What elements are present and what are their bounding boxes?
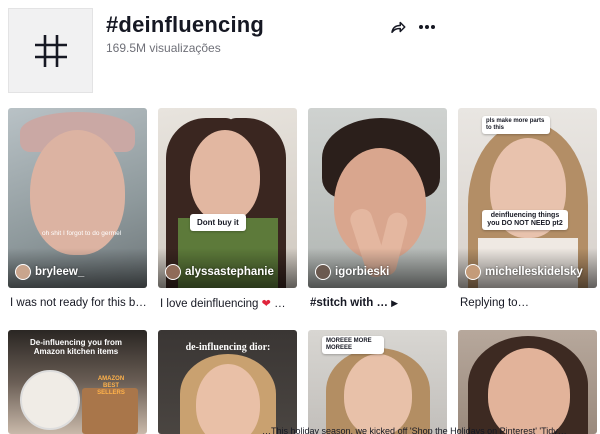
reply-bubble: MOREEE MORE MOREEE xyxy=(322,336,384,354)
video-card[interactable]: MOREEE MORE MOREEE xyxy=(308,330,447,434)
avatar xyxy=(315,264,331,280)
hashtag-title: #deinfluencing xyxy=(106,12,265,37)
hashtag-header: #deinfluencing 169.5M visualizações xyxy=(8,8,592,96)
video-card[interactable]: De-influencing you from Amazon kitchen i… xyxy=(8,330,147,434)
hashtag-icon xyxy=(34,34,67,67)
video-thumbnail xyxy=(458,330,597,434)
video-card[interactable]: Dont buy it alyssastephanie xyxy=(158,108,297,288)
video-card[interactable]: oh shit I forgot to do germel bryleew_ xyxy=(8,108,147,288)
video-author[interactable]: alyssastephanie xyxy=(165,264,274,280)
video-overlay-text: de-influencing dior: xyxy=(185,342,271,353)
video-overlay-text: oh shit I forgot to do germel xyxy=(42,230,122,237)
video-caption[interactable]: I was not ready for this b… xyxy=(10,297,147,309)
video-caption[interactable]: I love deinfluencing ❤ … xyxy=(160,297,286,310)
share-arrow-icon xyxy=(391,21,406,33)
hashtag-avatar xyxy=(8,8,93,93)
video-card[interactable]: de-influencing dior: xyxy=(158,330,297,434)
video-overlay-sub: AMAZON BEST SELLERS xyxy=(97,376,125,396)
hashtag-views: 169.5M visualizações xyxy=(106,41,221,55)
video-overlay-text: deinfluencing things you DO NOT NEED pt2 xyxy=(482,210,568,231)
heart-icon: ❤ xyxy=(261,298,271,310)
news-ticker: …This holiday season, we kicked off 'Sho… xyxy=(262,426,567,434)
avatar xyxy=(15,264,31,280)
avatar xyxy=(465,264,481,280)
video-overlay-text: Dont buy it xyxy=(190,214,246,232)
video-overlay-text: De-influencing you from Amazon kitchen i… xyxy=(30,338,122,357)
video-caption[interactable]: #stitch with … ▶ xyxy=(310,297,398,309)
video-author[interactable]: bryleew_ xyxy=(15,264,84,280)
video-caption[interactable]: Replying to… xyxy=(460,297,529,309)
video-author[interactable]: michelleskidelsky xyxy=(465,264,583,280)
play-icon: ▶ xyxy=(391,298,399,308)
more-dots-icon xyxy=(419,25,435,29)
video-card[interactable]: igorbieski xyxy=(308,108,447,288)
avatar xyxy=(165,264,181,280)
video-author[interactable]: igorbieski xyxy=(315,264,389,280)
share-button[interactable] xyxy=(387,16,409,38)
video-card[interactable] xyxy=(458,330,597,434)
video-card[interactable]: pls make more parts to this deinfluencin… xyxy=(458,108,597,288)
more-options-button[interactable] xyxy=(416,16,438,38)
reply-bubble: pls make more parts to this xyxy=(482,116,550,134)
